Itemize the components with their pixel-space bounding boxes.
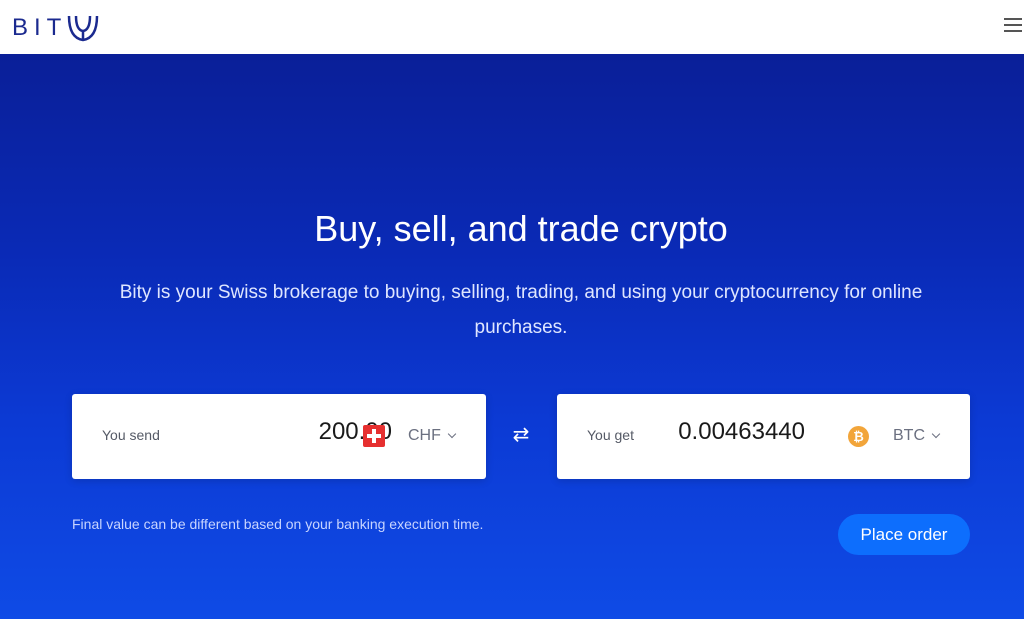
top-navigation-bar: BIT	[0, 0, 1024, 54]
swiss-flag-icon	[363, 425, 385, 447]
hero-subtitle: Bity is your Swiss brokerage to buying, …	[119, 282, 923, 338]
swap-arrows-icon[interactable]: ⇄	[508, 422, 534, 448]
chevron-down-icon	[931, 429, 941, 439]
hero-title: Buy, sell, and trade crypto	[314, 208, 728, 249]
hamburger-menu-icon[interactable]	[1004, 18, 1024, 36]
receive-card: You get ₿ BTC	[557, 394, 970, 479]
place-order-button[interactable]: Place order	[838, 514, 970, 555]
chevron-down-icon	[447, 429, 457, 439]
execution-disclaimer: Final value can be different based on yo…	[72, 516, 484, 532]
get-amount-input[interactable]	[657, 418, 805, 446]
bity-logo[interactable]: BIT	[12, 12, 101, 44]
get-label: You get	[587, 427, 634, 443]
send-label: You send	[102, 427, 160, 443]
bitcoin-icon: ₿	[848, 426, 869, 447]
get-currency-select[interactable]: BTC	[893, 427, 941, 445]
get-currency-label: BTC	[893, 427, 925, 444]
send-currency-select[interactable]: CHF	[408, 427, 457, 445]
logo-wordmark: BIT	[12, 14, 68, 41]
send-currency-label: CHF	[408, 427, 441, 444]
send-card: You send CHF	[72, 394, 486, 479]
logo-y-mark-icon	[68, 15, 99, 42]
